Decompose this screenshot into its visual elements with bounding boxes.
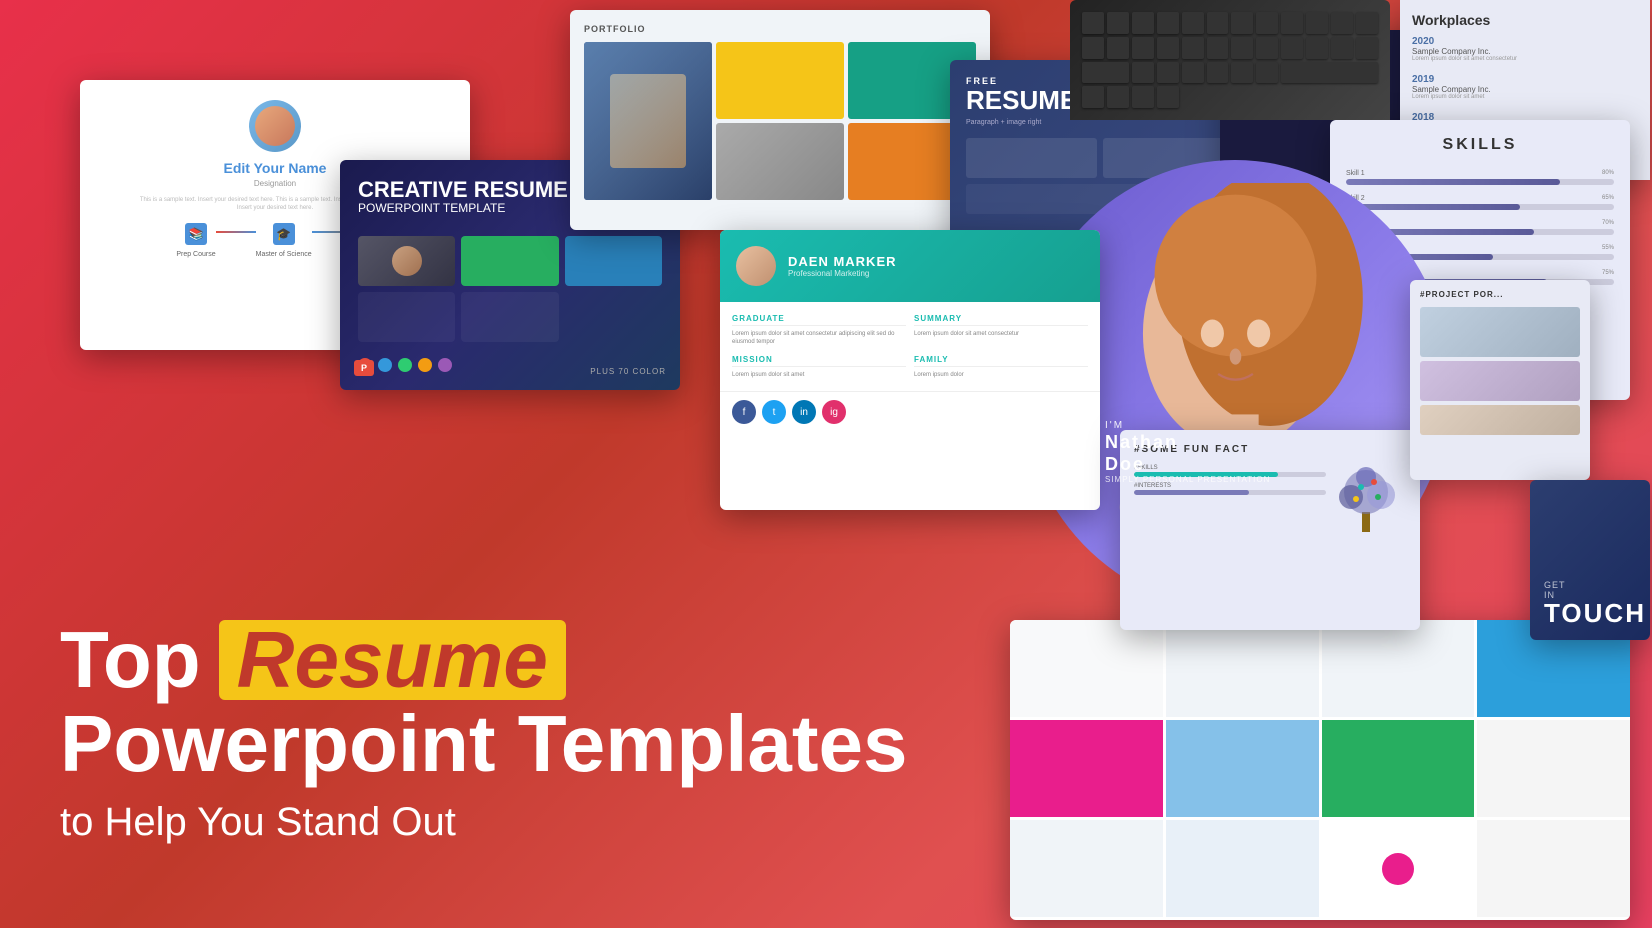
bottom-cell-7 [1322,720,1475,817]
portfolio-img-gray1 [716,123,844,200]
keyboard-grid [1070,0,1390,120]
hero-line1: Top Resume [60,620,908,700]
bottom-cell-1 [1010,620,1163,717]
card-get-in-touch[interactable]: Get In ToUCH [1530,480,1650,640]
bottom-cell-12 [1477,820,1630,917]
resume-designation: Designation [254,179,296,188]
facebook-icon: f [732,400,756,424]
skills-title: Skills [1346,136,1614,154]
daen-name: Daen Marker [788,254,897,269]
daen-graduate-section: Graduate Lorem ipsum dolor sit amet cons… [732,314,906,347]
bottom-cell-9 [1010,820,1163,917]
portfolio-img-yellow [716,42,844,119]
workplace-row-2: 2019 Sample Company Inc. Lorem ipsum dol… [1412,74,1638,102]
card-daen-marker[interactable]: Daen Marker Professional Marketing Gradu… [720,230,1100,510]
hero-line3: to Help You Stand Out [60,796,908,848]
fun-tree-icon [1326,457,1406,537]
hero-text-block: Top Resume Powerpoint Templates to Help … [60,620,908,848]
daen-social-icons: f t in ig [720,391,1100,432]
daen-body: Graduate Lorem ipsum dolor sit amet cons… [720,302,1100,391]
daen-avatar [736,246,776,286]
card-portfolio[interactable]: Portfolio [570,10,990,230]
timeline-item-2: 🎓 Master of Science [256,223,312,258]
nathan-subtitle: Simply Personal Presentation [1105,475,1270,485]
creative-badge: P [354,360,374,376]
nathan-doe-text: I'M NathanDoe Simply Personal Presentati… [1105,420,1270,485]
nathan-name: NathanDoe [1105,432,1270,475]
workplaces-title: Workplaces [1412,12,1638,28]
workplace-row-1: 2020 Sample Company Inc. Lorem ipsum dol… [1412,36,1638,64]
hero-highlight: Resume [219,620,566,700]
project-thumb-2 [1420,361,1580,401]
daen-title: Professional Marketing [788,269,897,278]
hero-top-word: Top [60,620,201,700]
card-portfolio-inner: Portfolio [570,10,990,230]
card-bottom-templates[interactable] [1010,620,1630,920]
avatar [249,100,301,152]
creative-cell-blue [565,236,662,286]
creative-cell-dark2 [461,292,558,342]
bottom-cell-5 [1010,720,1163,817]
daen-summary-section: Summary Lorem ipsum dolor sit amet conse… [914,314,1088,347]
card-touch-inner: Get In ToUCH [1530,480,1650,640]
daen-mission-section: Mission Lorem ipsum dolor sit amet [732,355,906,379]
portfolio-feature-img [584,42,712,200]
bottom-cell-10 [1166,820,1319,917]
touch-touch-text: ToUCH [1544,600,1636,626]
daen-header: Daen Marker Professional Marketing [720,230,1100,302]
linkedin-icon: in [792,400,816,424]
instagram-icon: ig [822,400,846,424]
timeline-item-1: 📚 Prep Course [176,223,215,258]
bottom-cell-3 [1322,620,1475,717]
touch-get-text: Get [1544,580,1636,590]
creative-cell-photo [358,236,455,286]
daen-family-section: Family Lorem ipsum dolor [914,355,1088,379]
creative-grid [358,236,662,342]
card-project-portfolio[interactable]: #Project Por... [1410,280,1590,480]
resume-name: Edit Your Name [224,160,327,176]
project-thumb-3 [1420,405,1580,435]
creative-plus-colors: Plus 70 Color [590,367,666,376]
project-thumb-1 [1420,307,1580,357]
keyboard-image [1070,0,1390,120]
card-project-inner: #Project Por... [1410,280,1590,445]
hero-line2: Powerpoint Templates [60,704,908,784]
project-title: #Project Por... [1420,290,1580,299]
bottom-cell-11 [1382,853,1414,885]
portfolio-header: Portfolio [584,24,976,34]
twitter-icon: t [762,400,786,424]
creative-cell-dark1 [358,292,455,342]
bottom-cell-8 [1477,720,1630,817]
bottom-cell-2 [1166,620,1319,717]
portfolio-collage [584,42,976,204]
creative-cell-green [461,236,558,286]
bottom-cell-6 [1166,720,1319,817]
